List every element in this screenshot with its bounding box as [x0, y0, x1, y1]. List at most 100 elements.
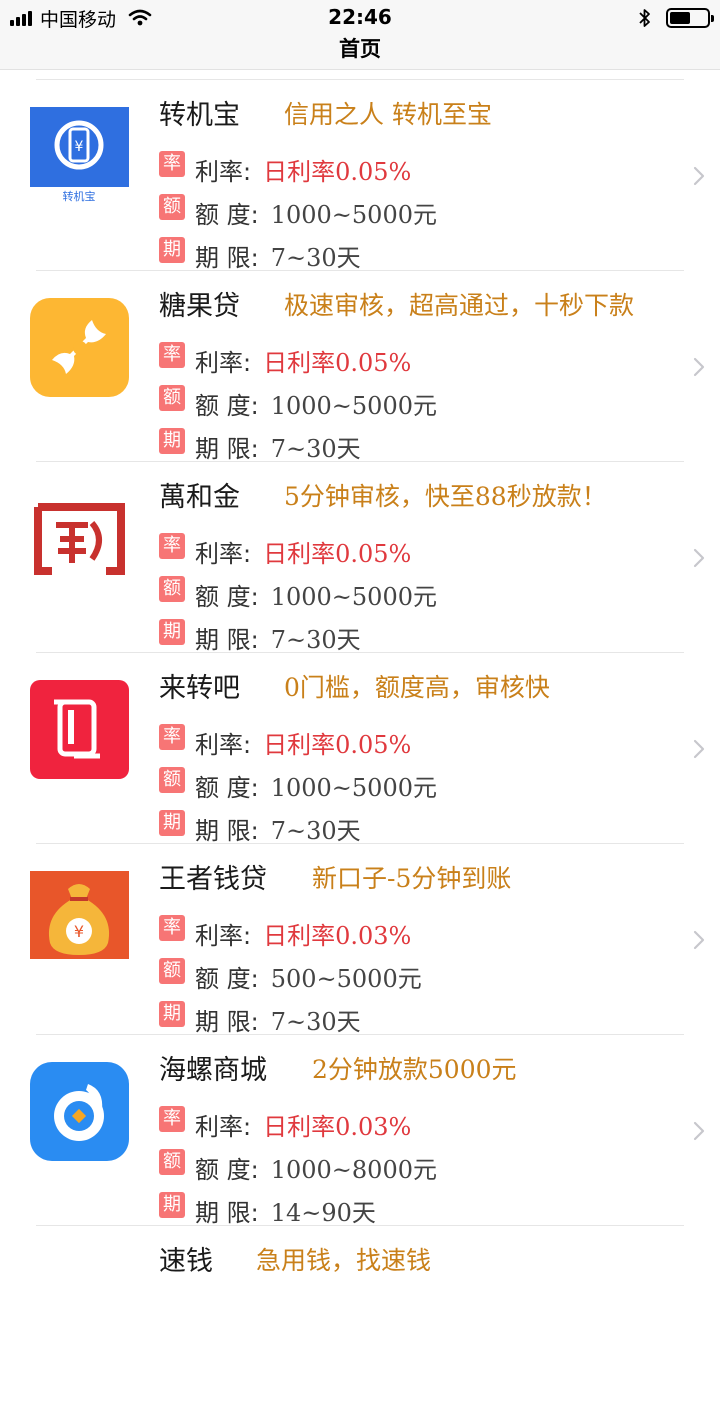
- chevron-right-icon[interactable]: [692, 1120, 706, 1142]
- amount-row: 额 额 度: 1000~5000元: [159, 766, 437, 803]
- term-tag: 期: [159, 618, 185, 645]
- product-name: 萬和金: [159, 482, 240, 513]
- product-name: 转机宝: [159, 100, 240, 131]
- product-name: 速钱: [159, 1246, 213, 1277]
- term-row: 期 期 限: 14~90天: [159, 1191, 376, 1228]
- chevron-right-icon[interactable]: [692, 165, 706, 187]
- rate-row: 率 利率: 日利率0.05%: [159, 532, 412, 569]
- term-row: 期 期 限: 7~30天: [159, 1000, 361, 1037]
- amount-row: 额 额 度: 1000~5000元: [159, 575, 437, 612]
- rate-value: 日利率0.03%: [263, 922, 412, 950]
- product-list[interactable]: ¥ 转机宝 转机宝 信用之人 转机至宝 率 利率: 日利率0.05% 额 额 度…: [0, 70, 720, 1416]
- list-item[interactable]: 速钱 急用钱，找速钱: [36, 1226, 684, 1416]
- money-bag-icon: ¥: [30, 871, 129, 959]
- rate-label: 利率:: [195, 158, 252, 186]
- rate-row: 率 利率: 日利率0.05%: [159, 341, 412, 378]
- term-row: 期 期 限: 7~30天: [159, 809, 361, 846]
- amount-value: 500~5000元: [270, 965, 422, 993]
- rate-value: 日利率0.05%: [263, 349, 412, 377]
- amount-label: 额 度:: [195, 583, 259, 611]
- amount-label: 额 度:: [195, 965, 259, 993]
- product-slogan: 新口子-5分钟到账: [312, 864, 512, 893]
- chevron-right-icon[interactable]: [692, 547, 706, 569]
- status-right: [638, 5, 714, 31]
- svg-text:转机宝: 转机宝: [63, 189, 96, 203]
- product-slogan: 信用之人 转机至宝: [284, 100, 492, 129]
- term-label: 期 限:: [195, 435, 259, 463]
- amount-tag: 额: [159, 384, 185, 411]
- amount-tag: 额: [159, 575, 185, 602]
- product-slogan: 急用钱，找速钱: [256, 1246, 432, 1275]
- candy-icon: [30, 298, 129, 397]
- amount-row: 额 额 度: 1000~8000元: [159, 1148, 437, 1185]
- list-item[interactable]: 萬和金 5分钟审核，快至88秒放款！ 率 利率: 日利率0.05% 额 额 度:…: [30, 462, 705, 654]
- term-value: 7~30天: [270, 626, 361, 654]
- amount-row: 额 额 度: 1000~5000元: [159, 384, 437, 421]
- term-row: 期 期 限: 7~30天: [159, 427, 361, 464]
- term-tag: 期: [159, 1000, 185, 1027]
- amount-label: 额 度:: [195, 1156, 259, 1184]
- rate-row: 率 利率: 日利率0.05%: [159, 150, 412, 187]
- chevron-right-icon[interactable]: [692, 738, 706, 760]
- term-tag: 期: [159, 809, 185, 836]
- battery-icon: [666, 8, 714, 28]
- phone-yen-icon: ¥ 转机宝: [30, 107, 129, 206]
- top-bar: 中国移动 22:46 首页: [0, 0, 720, 70]
- term-tag: 期: [159, 1191, 185, 1218]
- product-name: 海螺商城: [159, 1055, 267, 1086]
- bluetooth-icon: [639, 9, 650, 27]
- product-name: 来转吧: [159, 673, 240, 704]
- rate-tag: 率: [159, 723, 185, 750]
- term-label: 期 限:: [195, 817, 259, 845]
- rate-value: 日利率0.05%: [263, 731, 412, 759]
- rate-row: 率 利率: 日利率0.03%: [159, 914, 412, 951]
- phone-icon: [30, 680, 129, 779]
- rate-value: 日利率0.05%: [263, 158, 412, 186]
- rate-tag: 率: [159, 914, 185, 941]
- rate-label: 利率:: [195, 1113, 252, 1141]
- list-item[interactable]: 来转吧 0门槛，额度高，审核快 率 利率: 日利率0.05% 额 额 度: 10…: [30, 653, 705, 846]
- product-name: 糖果贷: [159, 291, 240, 322]
- list-item[interactable]: ¥ 转机宝 转机宝 信用之人 转机至宝 率 利率: 日利率0.05% 额 额 度…: [30, 80, 705, 273]
- term-row: 期 期 限: 7~30天: [159, 236, 361, 273]
- amount-label: 额 度:: [195, 201, 259, 229]
- amount-value: 1000~5000元: [270, 201, 437, 229]
- rate-row: 率 利率: 日利率0.03%: [159, 1105, 412, 1142]
- amount-tag: 额: [159, 1148, 185, 1175]
- rate-label: 利率:: [195, 349, 252, 377]
- term-value: 14~90天: [270, 1199, 376, 1227]
- amount-tag: 额: [159, 766, 185, 793]
- svg-text:¥: ¥: [74, 922, 84, 941]
- term-value: 7~30天: [270, 244, 361, 272]
- term-label: 期 限:: [195, 626, 259, 654]
- chevron-right-icon[interactable]: [692, 929, 706, 951]
- amount-row: 额 额 度: 500~5000元: [159, 957, 422, 994]
- list-item[interactable]: 糖果贷 极速审核，超高通过，十秒下款 率 利率: 日利率0.05% 额 额 度:…: [30, 271, 705, 464]
- rate-row: 率 利率: 日利率0.05%: [159, 723, 412, 760]
- term-value: 7~30天: [270, 817, 361, 845]
- chevron-right-icon[interactable]: [692, 356, 706, 378]
- rate-value: 日利率0.03%: [263, 1113, 412, 1141]
- amount-value: 1000~8000元: [270, 1156, 437, 1184]
- svg-text:¥: ¥: [75, 139, 84, 155]
- rate-label: 利率:: [195, 540, 252, 568]
- list-item[interactable]: ¥ 王者钱贷 新口子-5分钟到账 率 利率: 日利率0.03% 额 额 度: 5…: [30, 844, 705, 1037]
- amount-value: 1000~5000元: [270, 774, 437, 802]
- rate-label: 利率:: [195, 731, 252, 759]
- amount-label: 额 度:: [195, 392, 259, 420]
- page-title: 首页: [339, 37, 381, 61]
- rate-tag: 率: [159, 1105, 185, 1132]
- term-tag: 期: [159, 236, 185, 263]
- list-item[interactable]: 海螺商城 2分钟放款5000元 率 利率: 日利率0.03% 额 额 度: 10…: [30, 1035, 705, 1228]
- term-label: 期 限:: [195, 1199, 259, 1227]
- term-tag: 期: [159, 427, 185, 454]
- amount-tag: 额: [159, 193, 185, 220]
- rate-value: 日利率0.05%: [263, 540, 412, 568]
- term-value: 7~30天: [270, 435, 361, 463]
- term-label: 期 限:: [195, 244, 259, 272]
- conch-icon: [30, 1062, 129, 1161]
- battery-level: [670, 12, 690, 24]
- amount-row: 额 额 度: 1000~5000元: [159, 193, 437, 230]
- product-name: 王者钱贷: [159, 864, 267, 895]
- rate-label: 利率:: [195, 922, 252, 950]
